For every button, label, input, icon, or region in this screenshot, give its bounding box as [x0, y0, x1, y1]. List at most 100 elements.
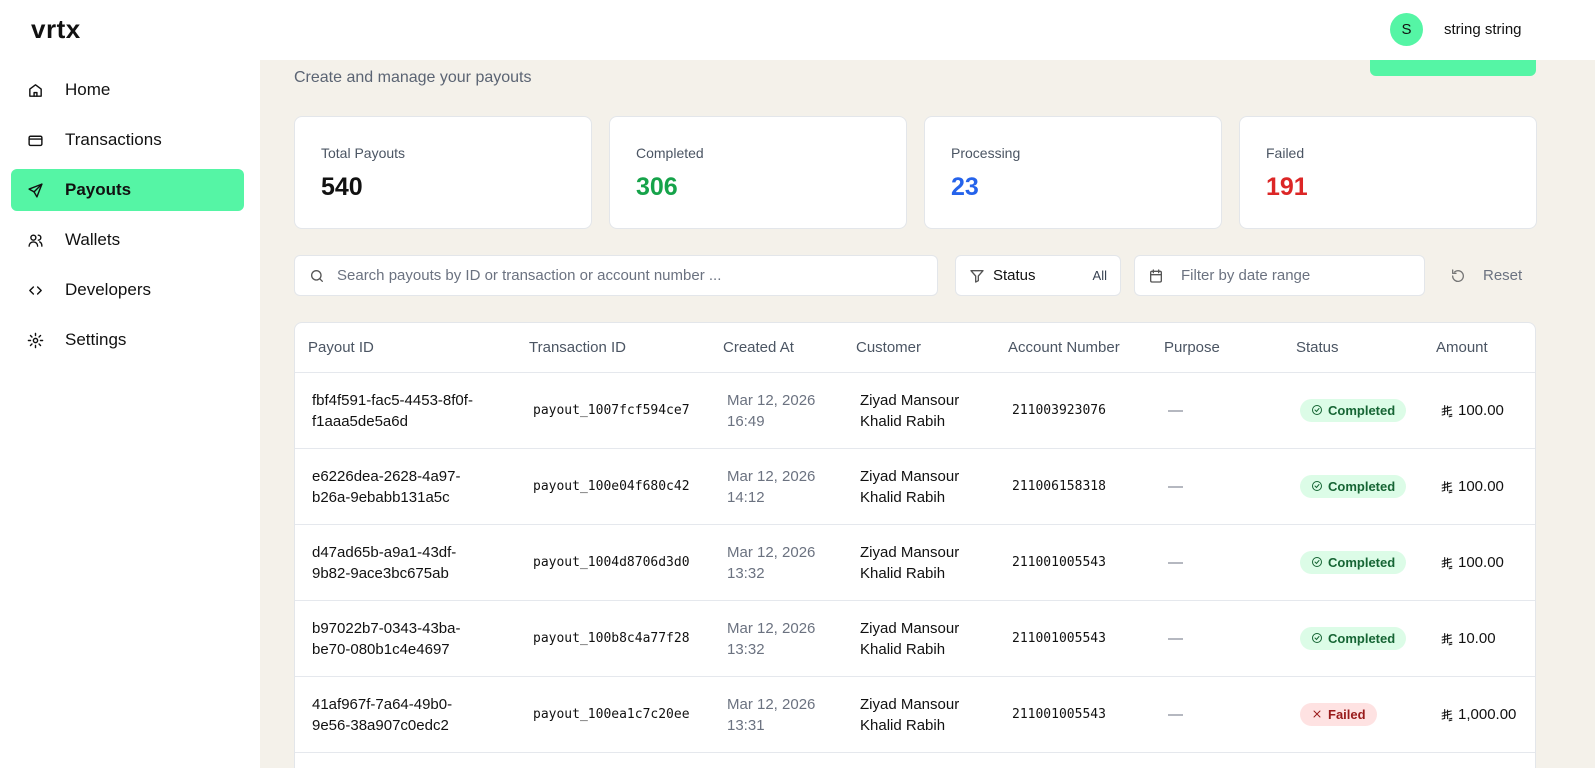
- check-circle-icon: [1312, 557, 1322, 568]
- column-header[interactable]: Created At: [710, 339, 843, 356]
- amount: 1,000.00: [1423, 704, 1535, 725]
- column-header[interactable]: Customer: [843, 339, 995, 356]
- stat-value: 540: [321, 173, 363, 201]
- table-header: Payout ID Transaction ID Created At Custome…: [295, 323, 1535, 373]
- status-filter[interactable]: Status All: [955, 255, 1121, 296]
- status-cell: Completed: [1283, 474, 1423, 499]
- stat-card-failed: Failed 191: [1239, 116, 1537, 229]
- stat-value: 191: [1266, 173, 1308, 201]
- sidebar-item-label: Transactions: [65, 130, 162, 149]
- transaction-id: payout_1007fcf594ce7: [533, 403, 690, 418]
- stat-card-processing: Processing 23: [924, 116, 1222, 229]
- column-header[interactable]: Payout ID: [295, 339, 516, 356]
- customer: Ziyad Mansour Khalid Rabih: [860, 467, 960, 506]
- sidebar: Home Transactions Payouts Wallets Developers…: [0, 60, 260, 768]
- stat-label: Total Payouts: [321, 145, 406, 161]
- purpose: —: [1168, 630, 1183, 647]
- sidebar-item-label: Home: [65, 80, 111, 99]
- transaction-id: payout_100b8c4a77f28: [533, 631, 690, 646]
- status-filter-value: All: [1092, 268, 1107, 283]
- account-number: 211001005543: [1012, 707, 1106, 722]
- sidebar-item-transactions[interactable]: Transactions: [11, 119, 244, 161]
- created-at: Mar 12, 2026 13:32: [727, 619, 816, 658]
- user-name[interactable]: string string: [1444, 21, 1522, 38]
- stat-value: 306: [636, 173, 678, 201]
- created-at: Mar 12, 2026 14:12: [727, 467, 816, 506]
- customer: Ziyad Mansour Khalid Rabih: [860, 619, 960, 658]
- payout-id: 41af967f-7a64-49b0- 9e56-38a907c0edc2: [312, 695, 453, 734]
- date-range-filter[interactable]: Filter by date range: [1134, 255, 1425, 296]
- status-cell: Completed: [1283, 398, 1423, 423]
- search-input[interactable]: Search payouts by ID or transaction or a…: [294, 255, 938, 296]
- status-filter-label: Status: [993, 267, 1036, 284]
- amount: 100.00: [1423, 400, 1535, 421]
- riyal-icon: [1441, 404, 1453, 417]
- account-number: 211006158318: [1012, 479, 1106, 494]
- status-badge: Completed: [1300, 626, 1407, 650]
- search-placeholder: Search payouts by ID or transaction or a…: [337, 267, 722, 284]
- riyal-icon: [1441, 480, 1453, 493]
- filter-icon: [970, 269, 984, 283]
- account-number: 211003923076: [1012, 403, 1106, 418]
- created-at: Mar 12, 2026 13:31: [727, 695, 816, 734]
- sidebar-item-settings[interactable]: Settings: [11, 319, 244, 361]
- amount: 100.00: [1423, 552, 1535, 573]
- riyal-icon: [1441, 556, 1453, 569]
- amount: 10.00: [1423, 628, 1535, 649]
- created-at: Mar 12, 2026 16:49: [727, 391, 816, 430]
- reset-icon: [1451, 268, 1464, 282]
- column-header[interactable]: Amount: [1423, 339, 1535, 356]
- page-subtitle: Create and manage your payouts: [294, 69, 532, 86]
- table-row[interactable]: b97022b7-0343-43ba-be70-080b1c4e4697 pay…: [295, 601, 1535, 677]
- users-icon: [28, 233, 43, 247]
- created-at: Mar 12, 2026 13:32: [727, 543, 816, 582]
- sidebar-item-developers[interactable]: Developers: [11, 269, 244, 311]
- amount: 100.00: [1423, 476, 1535, 497]
- check-circle-icon: [1312, 481, 1322, 492]
- stat-label: Failed: [1266, 145, 1305, 161]
- purpose: —: [1168, 478, 1183, 495]
- table-row[interactable]: fbf4f591-fac5-4453-8f0f-f1aaa5de5a6d pay…: [295, 373, 1535, 449]
- date-range-placeholder: Filter by date range: [1181, 267, 1311, 284]
- transaction-id: payout_100ea1c7c20ee: [533, 707, 690, 722]
- table-row[interactable]: d47ad65b-a9a1-43df- 9b82-9ace3bc675ab pay…: [295, 525, 1535, 601]
- calendar-icon: [1150, 268, 1162, 283]
- logo[interactable]: vrtx: [31, 14, 81, 45]
- column-header[interactable]: Account Number: [995, 339, 1151, 356]
- purpose: —: [1168, 554, 1183, 571]
- transaction-id: payout_100e04f680c42: [533, 479, 690, 494]
- sidebar-item-label: Wallets: [65, 230, 121, 249]
- status-badge: Completed: [1300, 550, 1407, 574]
- x-icon: [1313, 710, 1321, 718]
- stat-value: 23: [951, 173, 979, 201]
- payout-id: e6226dea-2628-4a97- b26a-9ebabb131a5c: [312, 467, 461, 506]
- gear-icon: [27, 332, 44, 348]
- column-header[interactable]: Purpose: [1151, 339, 1283, 356]
- status-cell: Failed: [1283, 702, 1423, 727]
- transaction-id: payout_1004d8706d3d0: [533, 555, 690, 570]
- stat-label: Completed: [636, 145, 704, 161]
- account-number: 211001005543: [1012, 555, 1106, 570]
- table-row[interactable]: e6226dea-2628-4a97- b26a-9ebabb131a5c pay…: [295, 449, 1535, 525]
- sidebar-item-wallets[interactable]: Wallets: [11, 219, 244, 261]
- table-row[interactable]: 41af967f-7a64-49b0- 9e56-38a907c0edc2 pay…: [295, 677, 1535, 753]
- sidebar-item-label: Payouts: [65, 180, 132, 199]
- send-icon: [28, 182, 43, 198]
- credit-card-icon: [28, 135, 43, 146]
- customer: Ziyad Mansour Khalid Rabih: [860, 391, 960, 430]
- account-number: 211001005543: [1012, 631, 1106, 646]
- top-header: vrtx S string string: [0, 0, 1595, 60]
- customer: Ziyad Mansour Khalid Rabih: [860, 543, 960, 582]
- stat-card-total-payouts: Total Payouts 540: [294, 116, 592, 229]
- avatar[interactable]: S: [1390, 13, 1423, 46]
- reset-button[interactable]: Reset: [1450, 255, 1530, 296]
- column-header[interactable]: Transaction ID: [516, 339, 710, 356]
- create-payout-button[interactable]: [1370, 60, 1536, 76]
- payout-id: d47ad65b-a9a1-43df- 9b82-9ace3bc675ab: [312, 543, 457, 582]
- status-cell: Completed: [1283, 550, 1423, 575]
- sidebar-item-payouts[interactable]: Payouts: [11, 169, 244, 211]
- sidebar-item-home[interactable]: Home: [11, 69, 244, 111]
- sidebar-item-label: Settings: [65, 330, 127, 349]
- column-header[interactable]: Status: [1283, 339, 1423, 356]
- sidebar-item-label: Developers: [65, 280, 151, 299]
